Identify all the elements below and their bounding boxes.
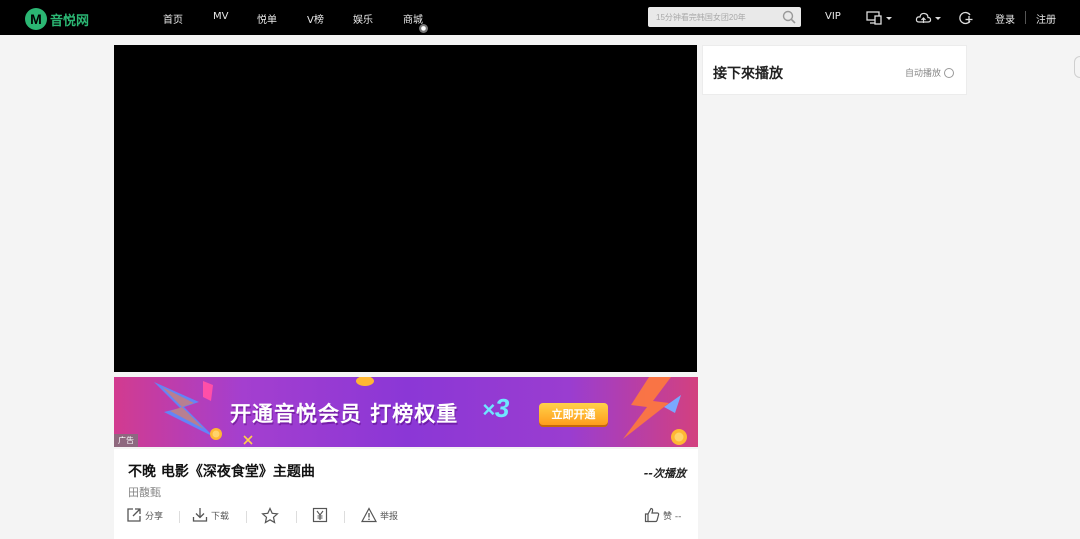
vip-ad-banner[interactable]: 开通音悦会员 打榜权重 ×3 立即开通 广告 [114,377,698,447]
up-next-panel: 接下來播放 自动播放 [702,45,967,95]
share-label: 分享 [145,511,164,522]
action-divider [179,511,180,523]
up-next-title: 接下來播放 [713,66,783,82]
nav-item-mv[interactable]: MV [213,11,228,22]
download-icon [192,508,208,522]
video-player[interactable] [114,45,697,372]
cloud-upload-icon[interactable] [915,10,943,26]
action-divider [344,511,345,523]
site-logo[interactable]: M 音悦网 [25,8,89,30]
yen-icon [312,507,328,523]
like-label: 赞 -- [663,511,682,522]
banner-multiplier-number: 3 [494,393,510,423]
search-box [648,7,801,27]
note-deco-icon [203,381,213,401]
login-link[interactable]: 登录 [995,11,1015,26]
logo-mark-icon: M [25,8,47,30]
favorite-button[interactable] [261,507,282,525]
share-icon [127,508,141,522]
nav-item-playlists[interactable]: 悦单 [257,11,277,26]
logo-text: 音悦网 [50,13,90,29]
report-button[interactable]: 举报 [361,507,398,523]
thumbs-up-icon [644,507,660,523]
artist-link[interactable]: 田馥甄 [128,484,161,500]
ad-label: 广告 [114,434,138,447]
vip-link[interactable]: VIP [825,11,841,22]
autoplay-radio-icon[interactable] [944,67,954,78]
download-label: 下载 [211,511,230,522]
tip-button[interactable] [312,507,331,523]
search-icon[interactable] [782,10,796,24]
action-divider [296,511,297,523]
coin-icon [210,428,222,440]
nav-item-v-chart[interactable]: V榜 [307,11,324,26]
song-info-panel: 不晚 电影《深夜食堂》主题曲 --次播放 田馥甄 分享 下载 举报 赞 -- [114,449,698,539]
banner-cta-button[interactable]: 立即开通 [539,403,608,425]
nav-item-entertainment[interactable]: 娱乐 [353,11,373,26]
action-divider [246,511,247,523]
side-scroll-handle[interactable] [1074,56,1080,78]
lightning-bolt-icon [623,377,687,445]
download-button[interactable]: 下载 [192,507,229,523]
search-input[interactable] [656,10,774,24]
sparkle-icon [243,435,253,445]
banner-multiplier-sign: × [482,397,495,422]
header-divider [1025,11,1026,24]
device-icon[interactable] [866,10,894,26]
autoplay-toggle[interactable]: 自动播放 [905,66,954,79]
register-link[interactable]: 注册 [1036,11,1056,26]
store-badge-icon: ● [419,24,428,33]
song-title: 不晚 电影《深夜食堂》主题曲 [128,464,315,480]
play-count: --次播放 [643,467,686,480]
banner-headline: 开通音悦会员 打榜权重 [230,402,459,426]
action-bar: 分享 下载 举报 赞 -- [126,507,686,527]
top-navigation-bar: M 音悦网 首页 MV 悦单 V榜 娱乐 商城 ● VIP 登录 注册 [0,0,1080,35]
autoplay-label: 自动播放 [904,69,941,79]
report-label: 举报 [380,511,399,522]
warning-icon [361,507,377,523]
nav-item-home[interactable]: 首页 [163,11,183,26]
share-button[interactable]: 分享 [126,507,163,523]
refresh-plus-icon[interactable] [957,10,975,26]
nav-item-store[interactable]: 商城 [403,11,423,26]
coin-icon [356,377,374,386]
banner-multiplier: ×3 [482,393,509,424]
star-icon [261,507,279,524]
like-button[interactable]: 赞 -- [644,507,681,523]
